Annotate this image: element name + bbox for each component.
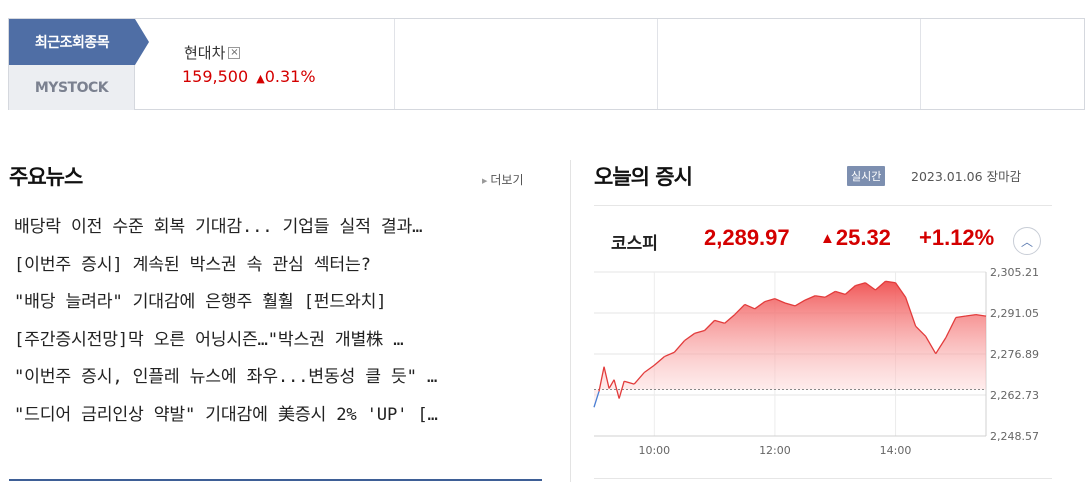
index-change-value: 25.32 xyxy=(835,225,891,250)
market-date: 2023.01.06 xyxy=(911,169,983,184)
news-item[interactable]: "드디어 금리인상 약발" 기대감에 美증시 2% 'UP' [… xyxy=(14,400,542,438)
stock-price: 159,500 xyxy=(182,67,249,86)
stock-name[interactable]: 현대차 xyxy=(184,42,225,63)
recent-stock-slot[interactable]: 현대차 × 159,500 ▲0.31% xyxy=(136,19,394,109)
market-header-divider xyxy=(594,205,1052,206)
y-tick-label: 2,248.57 xyxy=(990,430,1039,443)
section-divider xyxy=(570,160,571,482)
realtime-badge: 실시간 xyxy=(847,166,886,186)
news-item[interactable]: [주간증시전망]막 오른 어닝시즌…"박스권 개별株 … xyxy=(14,325,542,363)
index-name[interactable]: 코스피 xyxy=(611,229,658,254)
market-section-title: 오늘의 증시 xyxy=(594,165,693,189)
news-bottom-border xyxy=(9,479,542,481)
recent-stock-slot-empty xyxy=(920,19,1085,109)
recent-stock-slot-empty xyxy=(394,19,657,109)
news-section-title: 주요뉴스 xyxy=(9,165,83,189)
recent-stock-slot-empty xyxy=(657,19,920,109)
y-tick-label: 2,291.05 xyxy=(990,307,1039,320)
index-chart: 2,305.21 2,291.05 2,276.89 2,262.73 2,248.57… xyxy=(593,266,1039,457)
market-date-status: 2023.01.06 장마감 xyxy=(911,166,1021,185)
market-bottom-border xyxy=(594,478,1052,479)
close-icon[interactable]: × xyxy=(228,46,241,59)
index-value: 2,289.97 xyxy=(704,225,790,250)
stock-change-rate: 0.31% xyxy=(264,67,316,86)
more-label: 더보기 xyxy=(490,173,524,187)
market-status: 장마감 xyxy=(986,169,1022,184)
chevron-right-icon: ▶ xyxy=(482,177,488,185)
stock-name-row: 현대차 × xyxy=(184,42,241,63)
stock-price-row: 159,500 ▲0.31% xyxy=(182,67,316,86)
x-tick-label: 12:00 xyxy=(759,444,791,457)
up-triangle-icon: ▲ xyxy=(820,230,835,247)
y-tick-label: 2,262.73 xyxy=(990,389,1039,402)
tab-mystock[interactable]: MYSTOCK xyxy=(9,65,135,110)
index-area-fill xyxy=(594,281,986,408)
index-change: ▲25.32 xyxy=(820,225,891,251)
chevron-up-icon[interactable]: ︿ xyxy=(1013,227,1041,255)
news-item[interactable]: "배당 늘려라" 기대감에 은행주 훨훨 [펀드와치] xyxy=(14,287,542,325)
tab-recent-stocks[interactable]: 최근조회종목 xyxy=(9,19,149,65)
y-tick-label: 2,305.21 xyxy=(990,266,1039,279)
more-link[interactable]: ▶ 더보기 xyxy=(482,171,524,188)
y-tick-label: 2,276.89 xyxy=(990,348,1039,361)
news-item[interactable]: "이번주 증시, 인플레 뉴스에 좌우...변동성 클 듯" … xyxy=(14,362,542,400)
news-item[interactable]: [이번주 증시] 계속된 박스권 속 관심 섹터는? xyxy=(14,250,542,288)
news-list: 배당락 이전 수준 회복 기대감... 기업들 실적 결과… [이번주 증시] … xyxy=(14,212,542,438)
news-item[interactable]: 배당락 이전 수준 회복 기대감... 기업들 실적 결과… xyxy=(14,212,542,250)
up-triangle-icon: ▲ xyxy=(256,72,265,85)
x-tick-label: 14:00 xyxy=(880,444,912,457)
x-tick-label: 10:00 xyxy=(638,444,670,457)
index-change-rate: +1.12% xyxy=(919,225,995,250)
recent-stocks-bar: 최근조회종목 MYSTOCK 현대차 × 159,500 ▲0.31% xyxy=(8,18,1085,110)
